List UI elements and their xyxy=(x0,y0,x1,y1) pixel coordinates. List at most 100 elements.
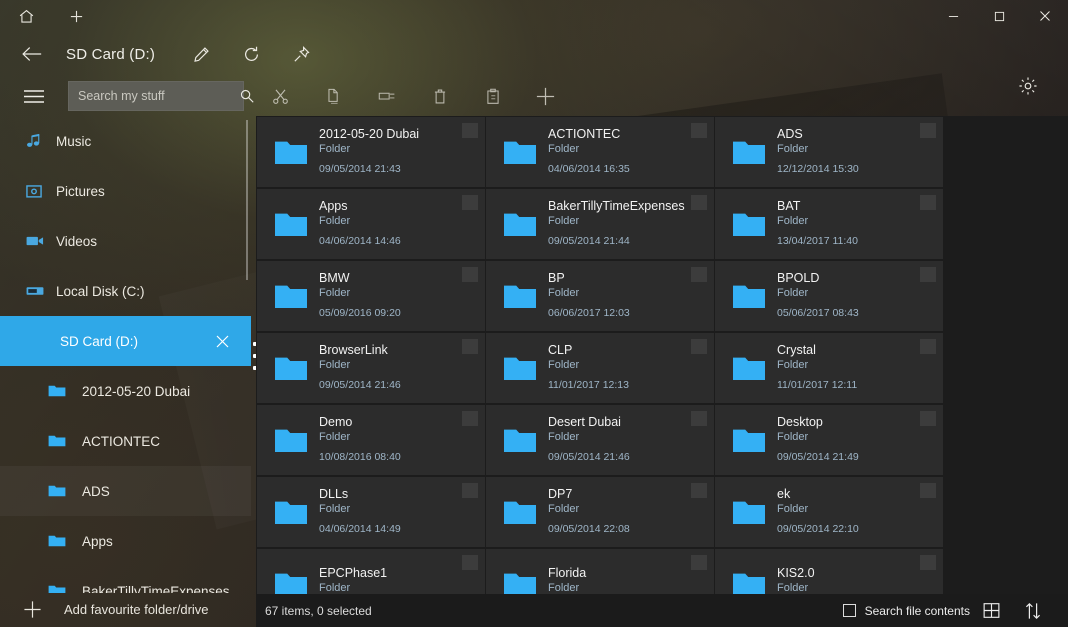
file-select-checkbox[interactable] xyxy=(462,267,478,282)
sidebar-item-label: 2012-05-20 Dubai xyxy=(82,384,190,399)
file-select-checkbox[interactable] xyxy=(462,195,478,210)
file-tile[interactable]: BMWFolder05/09/2016 09:20 xyxy=(257,261,485,331)
file-select-checkbox[interactable] xyxy=(920,411,936,426)
file-tile-meta: CrystalFolder11/01/2017 12:11 xyxy=(771,343,935,394)
folder-icon xyxy=(727,427,771,454)
grid-view-icon xyxy=(983,602,1000,619)
copy-button[interactable] xyxy=(307,76,360,116)
sidebar-item-videos[interactable]: Videos xyxy=(0,216,251,266)
music-icon xyxy=(26,133,56,149)
rename-path-button[interactable] xyxy=(176,32,226,76)
file-tile[interactable]: DemoFolder10/08/2016 08:40 xyxy=(257,405,485,475)
file-tile[interactable]: 2012-05-20 DubaiFolder09/05/2014 21:43 xyxy=(257,117,485,187)
home-icon xyxy=(18,8,35,25)
file-tile[interactable]: ACTIONTECFolder04/06/2014 16:35 xyxy=(486,117,714,187)
file-select-checkbox[interactable] xyxy=(462,123,478,138)
file-select-checkbox[interactable] xyxy=(462,555,478,570)
add-favourite-row[interactable]: Add favourite folder/drive xyxy=(0,591,251,627)
sidebar-item-label: Apps xyxy=(82,534,113,549)
file-tile[interactable]: EPCPhase1Folder xyxy=(257,549,485,594)
checkbox-icon[interactable] xyxy=(843,604,856,617)
search-input[interactable] xyxy=(78,89,239,103)
new-item-button[interactable] xyxy=(519,76,572,116)
folder-icon xyxy=(48,384,82,398)
close-button[interactable] xyxy=(1022,0,1068,32)
rename-button[interactable] xyxy=(360,76,413,116)
file-tile-meta: BPFolder06/06/2017 12:03 xyxy=(542,271,706,322)
file-tile[interactable]: KIS2.0Folder xyxy=(715,549,943,594)
file-tile-meta: Desert DubaiFolder09/05/2014 21:46 xyxy=(542,415,706,466)
search-file-contents-toggle[interactable]: Search file contents xyxy=(843,604,970,618)
file-select-checkbox[interactable] xyxy=(691,483,707,498)
sidebar-item-label: Videos xyxy=(56,234,97,249)
file-date: 04/06/2014 16:35 xyxy=(548,162,706,176)
sidebar-scrollbar[interactable] xyxy=(246,120,248,280)
hamburger-icon xyxy=(23,89,45,104)
file-tile[interactable]: FloridaFolder xyxy=(486,549,714,594)
file-tile[interactable]: DLLsFolder04/06/2014 14:49 xyxy=(257,477,485,547)
search-icon[interactable] xyxy=(239,88,255,104)
file-select-checkbox[interactable] xyxy=(920,555,936,570)
file-tile[interactable]: BakerTillyTimeExpensesFolder09/05/2014 2… xyxy=(486,189,714,259)
file-tile[interactable]: ADSFolder12/12/2014 15:30 xyxy=(715,117,943,187)
file-select-checkbox[interactable] xyxy=(920,339,936,354)
file-date: 10/08/2016 08:40 xyxy=(319,450,477,464)
back-button[interactable] xyxy=(0,32,64,76)
file-tile[interactable]: BrowserLinkFolder09/05/2014 21:46 xyxy=(257,333,485,403)
file-tile[interactable]: CLPFolder11/01/2017 12:13 xyxy=(486,333,714,403)
file-tile[interactable]: BPFolder06/06/2017 12:03 xyxy=(486,261,714,331)
file-tile[interactable]: ekFolder09/05/2014 22:10 xyxy=(715,477,943,547)
sidebar-item-local-disk-c[interactable]: Local Disk (C:) xyxy=(0,266,251,316)
copy-icon xyxy=(325,88,342,105)
paste-button[interactable] xyxy=(466,76,519,116)
file-select-checkbox[interactable] xyxy=(691,267,707,282)
sidebar-item-sd-card-d[interactable]: SD Card (D:) xyxy=(0,316,251,366)
file-select-checkbox[interactable] xyxy=(691,339,707,354)
file-grid-container: 2012-05-20 DubaiFolder09/05/2014 21:43AC… xyxy=(256,116,1068,594)
pin-button[interactable] xyxy=(276,32,326,76)
sort-button[interactable] xyxy=(1012,594,1054,627)
file-select-checkbox[interactable] xyxy=(920,267,936,282)
file-select-checkbox[interactable] xyxy=(920,123,936,138)
file-select-checkbox[interactable] xyxy=(462,483,478,498)
file-select-checkbox[interactable] xyxy=(691,195,707,210)
sidebar-item-bakertillytimeexpenses[interactable]: BakerTillyTimeExpenses xyxy=(0,566,251,593)
maximize-button[interactable] xyxy=(976,0,1022,32)
minimize-button[interactable] xyxy=(930,0,976,32)
path-title[interactable]: SD Card (D:) xyxy=(66,46,176,63)
menu-button[interactable] xyxy=(0,76,68,116)
file-date: 09/05/2014 21:49 xyxy=(777,450,935,464)
close-icon[interactable] xyxy=(216,316,229,366)
refresh-button[interactable] xyxy=(226,32,276,76)
file-tile[interactable]: AppsFolder04/06/2014 14:46 xyxy=(257,189,485,259)
view-mode-button[interactable] xyxy=(970,594,1012,627)
file-tile[interactable]: DP7Folder09/05/2014 22:08 xyxy=(486,477,714,547)
file-select-checkbox[interactable] xyxy=(691,411,707,426)
sidebar-item-pictures[interactable]: Pictures xyxy=(0,166,251,216)
sidebar-item-2012-05-20-dubai[interactable]: 2012-05-20 Dubai xyxy=(0,366,251,416)
delete-button[interactable] xyxy=(413,76,466,116)
file-select-checkbox[interactable] xyxy=(691,555,707,570)
file-select-checkbox[interactable] xyxy=(462,339,478,354)
file-tile[interactable]: CrystalFolder11/01/2017 12:11 xyxy=(715,333,943,403)
sidebar-item-actiontec[interactable]: ACTIONTEC xyxy=(0,416,251,466)
sidebar-item-ads[interactable]: ADS xyxy=(0,466,251,516)
file-select-checkbox[interactable] xyxy=(920,483,936,498)
folder-icon xyxy=(269,211,313,238)
search-box[interactable] xyxy=(68,81,244,111)
sidebar-item-apps[interactable]: Apps xyxy=(0,516,251,566)
new-tab-button[interactable] xyxy=(52,0,100,32)
folder-icon xyxy=(498,571,542,595)
file-tile[interactable]: Desert DubaiFolder09/05/2014 21:46 xyxy=(486,405,714,475)
cut-button[interactable] xyxy=(254,76,307,116)
file-select-checkbox[interactable] xyxy=(462,411,478,426)
file-tile[interactable]: BATFolder13/04/2017 11:40 xyxy=(715,189,943,259)
sidebar-item-label: ADS xyxy=(82,484,110,499)
file-tile[interactable]: BPOLDFolder05/06/2017 08:43 xyxy=(715,261,943,331)
sidebar-item-music[interactable]: Music xyxy=(0,116,251,166)
file-select-checkbox[interactable] xyxy=(920,195,936,210)
file-select-checkbox[interactable] xyxy=(691,123,707,138)
file-date: 06/06/2017 12:03 xyxy=(548,306,706,320)
file-tile[interactable]: DesktopFolder09/05/2014 21:49 xyxy=(715,405,943,475)
home-tab-button[interactable] xyxy=(0,0,52,32)
